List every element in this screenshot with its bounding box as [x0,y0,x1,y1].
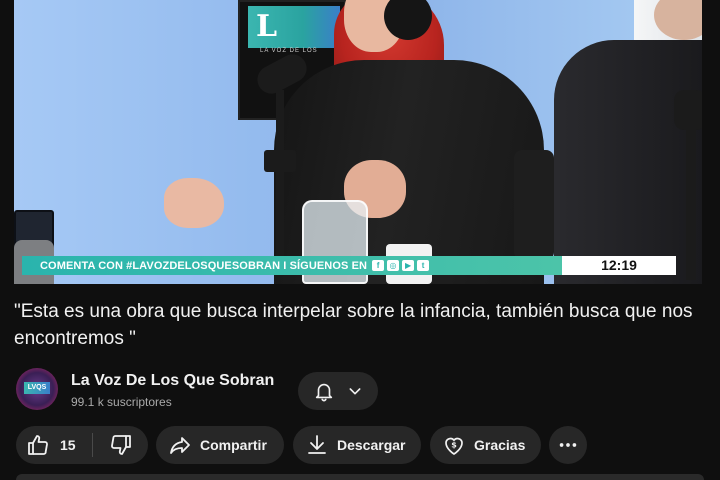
notification-bell-button[interactable] [298,372,378,410]
share-button[interactable]: Compartir [156,426,284,464]
dislike-button[interactable] [93,426,148,464]
download-button[interactable]: Descargar [293,426,421,464]
like-dislike-group: 15 [16,426,148,464]
microphone [674,90,702,130]
download-icon [305,433,329,457]
more-horizontal-icon [557,434,579,456]
thanks-button[interactable]: $ Gracias [430,426,541,464]
host-person [214,0,554,284]
youtube-icon: ▶ [402,260,415,271]
video-player[interactable]: L LA VOZ DE LOS [14,0,702,284]
lower-third-banner: COMENTA CON #LAVOZDELOSQUESOBRAN I SÍGUE… [22,256,562,275]
chevron-down-icon [347,383,363,399]
social-icons: f ◎ ▶ t [372,260,430,271]
super-thanks-icon: $ [442,433,466,457]
channel-name[interactable]: La Voz De Los Que Sobran [71,372,274,390]
hand [164,178,224,228]
thumbs-down-icon [109,433,133,457]
instagram-icon: ◎ [387,260,400,271]
svg-text:$: $ [451,441,457,450]
like-count: 15 [60,437,76,453]
guest-person [554,40,702,284]
video-title: "Esta es una obra que busca interpelar s… [14,301,693,349]
share-label: Compartir [200,437,267,453]
microphone-stand [686,130,696,280]
download-label: Descargar [337,437,406,453]
bell-icon [313,380,335,402]
twitter-icon: t [417,260,430,271]
ticker-text: COMENTA CON #LAVOZDELOSQUESOBRAN I SÍGUE… [40,259,368,272]
like-button[interactable]: 15 [16,426,92,464]
avatar-logo: LVQS [24,382,50,394]
facebook-icon: f [372,260,385,271]
subscriber-count: 99.1 k suscriptores [71,395,172,409]
thumbs-up-icon [26,433,50,457]
chair [514,150,554,260]
channel-avatar[interactable]: LVQS [16,368,58,410]
thanks-label: Gracias [474,437,526,453]
description-box-edge [16,474,704,480]
broadcast-clock: 12:19 [562,256,676,275]
microphone-stand [276,90,284,260]
share-icon [168,433,192,457]
more-actions-button[interactable] [549,426,587,464]
